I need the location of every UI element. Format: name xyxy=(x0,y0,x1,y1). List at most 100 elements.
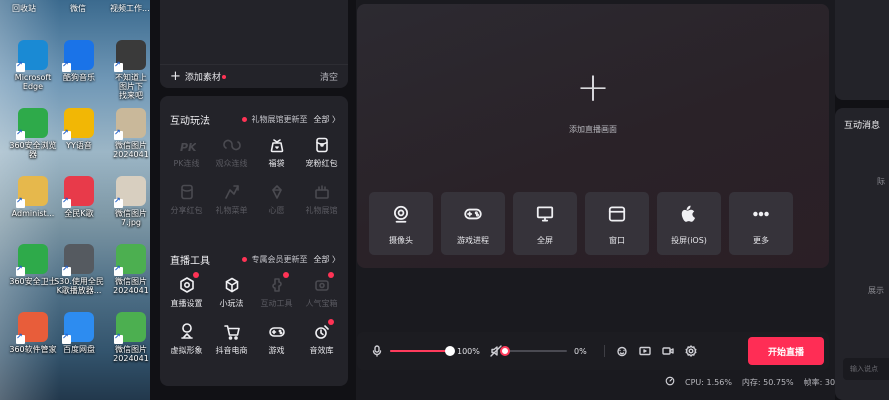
desktop-shortcut[interactable]: 微信图片 2024041 xyxy=(104,312,150,363)
desktop-shortcut[interactable]: 百度网盘 xyxy=(52,312,106,354)
feature-tile[interactable]: 礼物展馆 xyxy=(299,181,344,216)
camera-icon xyxy=(369,204,433,224)
feature-tile[interactable]: 音效库 xyxy=(299,319,344,356)
desktop-shortcut[interactable]: 不知道上 图片下 找来吧 xyxy=(104,40,150,100)
shortcut-label: 微信图片 2024041 xyxy=(113,277,149,295)
left-panel: + 添加素材 清空 互动玩法 礼物展馆更新至 全部 〉 PK PK连线 观众连线 福袋… xyxy=(150,0,356,400)
feature-tile[interactable]: 观众连线 xyxy=(209,134,254,169)
new-badge-dot xyxy=(193,272,199,278)
desktop-label-wechat: 微信 xyxy=(70,4,86,13)
source-button[interactable]: 更多 xyxy=(729,192,793,255)
interactive-grid: PK PK连线 观众连线 福袋 宠粉红包分享红包 礼物菜单 心愿 礼物展馆 xyxy=(164,134,344,216)
view-all-link[interactable]: 全部 〉 xyxy=(313,254,340,265)
red-packet-icon xyxy=(299,134,344,156)
add-material-label: 添加素材 xyxy=(184,73,221,83)
app-icon xyxy=(114,108,146,140)
audience-link-icon xyxy=(209,134,254,156)
feature-label: 心愿 xyxy=(268,206,285,215)
new-dot-badge xyxy=(221,74,226,79)
desktop-shortcut[interactable]: YY语音 xyxy=(52,108,106,150)
performance-icon[interactable] xyxy=(665,376,675,388)
status-bar: CPU: 1.56% 内存: 50.75% 帧率: 30 xyxy=(665,376,835,388)
frame-rate: 帧率: 30 xyxy=(803,377,836,387)
shortcut-arrow-icon xyxy=(62,128,71,140)
wish-icon xyxy=(254,181,299,203)
desktop-shortcut[interactable]: 酷狗音乐 xyxy=(52,40,106,82)
add-live-scene[interactable]: + 添加直播画面 xyxy=(357,68,829,135)
feature-label: 礼物菜单 xyxy=(215,206,248,215)
panel-title: 互动消息 xyxy=(844,121,881,131)
speaker-volume-knob[interactable] xyxy=(500,346,510,356)
source-label: 摄像头 xyxy=(389,236,413,245)
feature-tile[interactable]: 抖音电商 xyxy=(209,321,254,356)
speaker-volume-slider[interactable] xyxy=(500,346,567,356)
update-notice[interactable]: 礼物展馆更新至 xyxy=(242,114,307,125)
screen-record-icon[interactable] xyxy=(639,332,651,370)
desktop-shortcut[interactable]: S30.使用全民 K歌播放器... xyxy=(52,244,106,295)
feature-tile[interactable]: 礼物菜单 xyxy=(209,181,254,216)
cart-icon xyxy=(209,321,254,343)
feature-label: 观众连线 xyxy=(215,159,248,168)
feature-label: PK连线 xyxy=(173,159,200,168)
desktop-shortcut[interactable]: 微信图片 7.jpg xyxy=(104,176,150,227)
feature-label: 互动工具 xyxy=(260,299,293,308)
feature-tile[interactable]: 人气宝箱 xyxy=(299,272,344,309)
section-title: 互动玩法 xyxy=(170,116,210,127)
source-button[interactable]: 投屏(iOS) xyxy=(657,192,721,255)
shortcut-label: 酷狗音乐 xyxy=(63,73,95,82)
feature-tile[interactable]: 游戏 xyxy=(254,321,299,356)
settings-gear-icon[interactable] xyxy=(685,332,697,370)
feature-tile[interactable]: 分享红包 xyxy=(164,181,209,216)
shortcut-arrow-icon xyxy=(62,264,71,276)
app-icon xyxy=(62,40,94,72)
shortcut-label: 微信图片 2024041 xyxy=(113,345,149,363)
feature-tile[interactable]: 互动工具 xyxy=(254,272,299,309)
feature-tile[interactable]: 福袋 xyxy=(254,134,299,169)
live-tools-section: 直播工具 专属会员更新至 全部 〉 直播设置 小玩法 互动工具 人气宝箱 虚拟形象 抖音电… xyxy=(160,236,348,386)
right-panel: 互动消息 际 展示 输入说点 xyxy=(835,0,889,400)
mic-volume-slider[interactable] xyxy=(390,346,455,356)
source-button[interactable]: 窗口 xyxy=(585,192,649,255)
desktop-shortcut[interactable]: 微信图片 2024041 xyxy=(104,244,150,295)
clear-button[interactable]: 清空 xyxy=(320,70,338,83)
update-notice[interactable]: 专属会员更新至 xyxy=(242,254,307,265)
feature-label: 分享红包 xyxy=(170,206,203,215)
video-icon[interactable] xyxy=(662,332,674,370)
feature-tile[interactable]: 虚拟形象 xyxy=(164,321,209,356)
desktop-shortcut[interactable]: 微信图片 2024041 xyxy=(104,108,150,159)
shortcut-label: 全民K歌 xyxy=(64,209,94,218)
beauty-icon[interactable] xyxy=(616,332,628,370)
feature-tile[interactable]: 直播设置 xyxy=(164,272,209,309)
new-badge-dot xyxy=(328,319,334,325)
add-material-button[interactable]: + 添加素材 xyxy=(170,70,226,83)
source-button[interactable]: 摄像头 xyxy=(369,192,433,255)
truncated-text: 际 xyxy=(877,177,885,186)
material-bar: + 添加素材 清空 xyxy=(160,64,348,88)
mic-icon[interactable] xyxy=(371,332,383,370)
source-button[interactable]: 游戏进程 xyxy=(441,192,505,255)
avatar-icon xyxy=(164,321,209,343)
new-badge-dot xyxy=(328,272,334,278)
desktop-shortcut[interactable]: 全民K歌 xyxy=(52,176,106,218)
mic-volume-knob[interactable] xyxy=(445,346,455,356)
app-icon xyxy=(62,108,94,140)
treasure-box-icon xyxy=(299,272,344,296)
feature-tile[interactable]: 宠粉红包 xyxy=(299,134,344,169)
mini-game-icon xyxy=(209,274,254,296)
live-preview-canvas[interactable]: + 添加直播画面 摄像头 游戏进程 全屏 窗口 投屏(iOS) 更多 xyxy=(357,4,829,268)
start-live-button[interactable]: 开始直播 xyxy=(748,337,824,365)
feature-tile[interactable]: 小玩法 xyxy=(209,274,254,309)
feature-tile[interactable]: 心愿 xyxy=(254,181,299,216)
more-icon xyxy=(729,204,793,224)
feature-label: 抖音电商 xyxy=(215,346,248,355)
new-badge-dot xyxy=(283,272,289,278)
cpu-usage: CPU: 1.56% xyxy=(685,377,732,387)
feature-tile[interactable]: PK PK连线 xyxy=(164,134,209,169)
shortcut-label: 不知道上 图片下 找来吧 xyxy=(115,73,147,100)
source-button[interactable]: 全屏 xyxy=(513,192,577,255)
interactive-tools-icon xyxy=(254,272,299,296)
message-input[interactable]: 输入说点 xyxy=(843,358,889,380)
desktop-background: 回收站 微信 视频工作... Microsoft Edge酷狗音乐不知道上 图片… xyxy=(0,0,150,400)
shortcut-label: 微信图片 7.jpg xyxy=(115,209,147,227)
view-all-link[interactable]: 全部 〉 xyxy=(313,114,340,125)
